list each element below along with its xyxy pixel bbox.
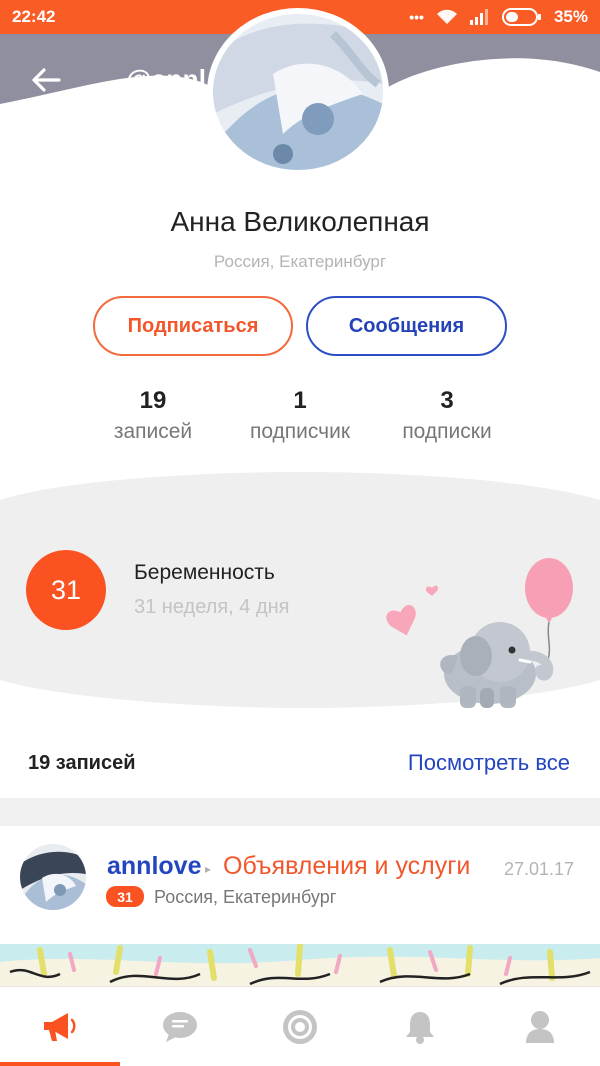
profile-name: Анна Великолепная [170,206,430,237]
post-author-avatar[interactable] [20,844,86,910]
elephant-balloon-illustration [386,558,573,708]
stat-followers[interactable]: 1 подписчик [215,386,385,448]
post-avatar-photo [20,844,86,910]
target-icon [283,1009,317,1044]
stat-followers-value: 1 [293,387,307,414]
post-arrow-icon: ▸ [205,862,212,876]
section-divider [0,798,600,826]
nav-profile[interactable] [480,987,600,1066]
records-header: 19 записей Посмотреть все [0,740,600,790]
pregnancy-week-badge: 31 [26,550,106,630]
chat-icon [163,1011,197,1042]
bottom-navigation [0,986,600,1066]
post-image[interactable] [0,944,600,986]
avatar-photo [213,14,383,170]
battery-percent: 35% [553,7,588,26]
post-week-badge: 31 [106,886,144,907]
signal-icon [469,9,490,25]
post-category-link[interactable]: Объявления и услуги [223,852,470,881]
stat-posts-value: 19 [139,387,167,414]
subscribe-button[interactable]: Подписаться [93,296,293,356]
status-time: 22:42 [12,7,56,26]
stat-following-label: подписки [402,420,492,443]
status-icons: ••• 35% [409,7,588,27]
status-dots: ••• [409,9,424,25]
messages-button[interactable]: Сообщения [306,296,507,356]
view-all-link[interactable]: Посмотреть все [408,750,570,776]
nav-target[interactable] [240,987,360,1066]
stat-followers-label: подписчик [249,420,351,443]
battery-icon [501,8,542,26]
megaphone-icon [44,1012,76,1041]
wifi-icon [436,9,458,25]
stat-following-value: 3 [440,387,454,414]
nav-feed[interactable] [0,987,120,1066]
bell-icon [406,1011,434,1044]
records-count: 19 записей [28,752,136,774]
post-location: Россия, Екатеринбург [154,887,337,907]
stat-posts[interactable]: 19 записей [68,386,238,448]
nav-chat[interactable] [120,987,240,1066]
post-date: 27.01.17 [504,859,575,879]
profile-location: Россия, Екатеринбург [213,252,387,271]
profile-avatar[interactable] [207,8,389,176]
back-button[interactable] [28,62,64,98]
user-icon [526,1010,554,1043]
back-arrow-icon [32,68,61,92]
post-author-name[interactable]: annlove [107,852,201,881]
nav-notifications[interactable] [360,987,480,1066]
pregnancy-subtitle: 31 неделя, 4 дня [134,596,290,618]
stat-posts-label: записей [113,420,193,443]
pregnancy-title: Беременность [134,561,275,584]
stat-following[interactable]: 3 подписки [362,386,532,448]
